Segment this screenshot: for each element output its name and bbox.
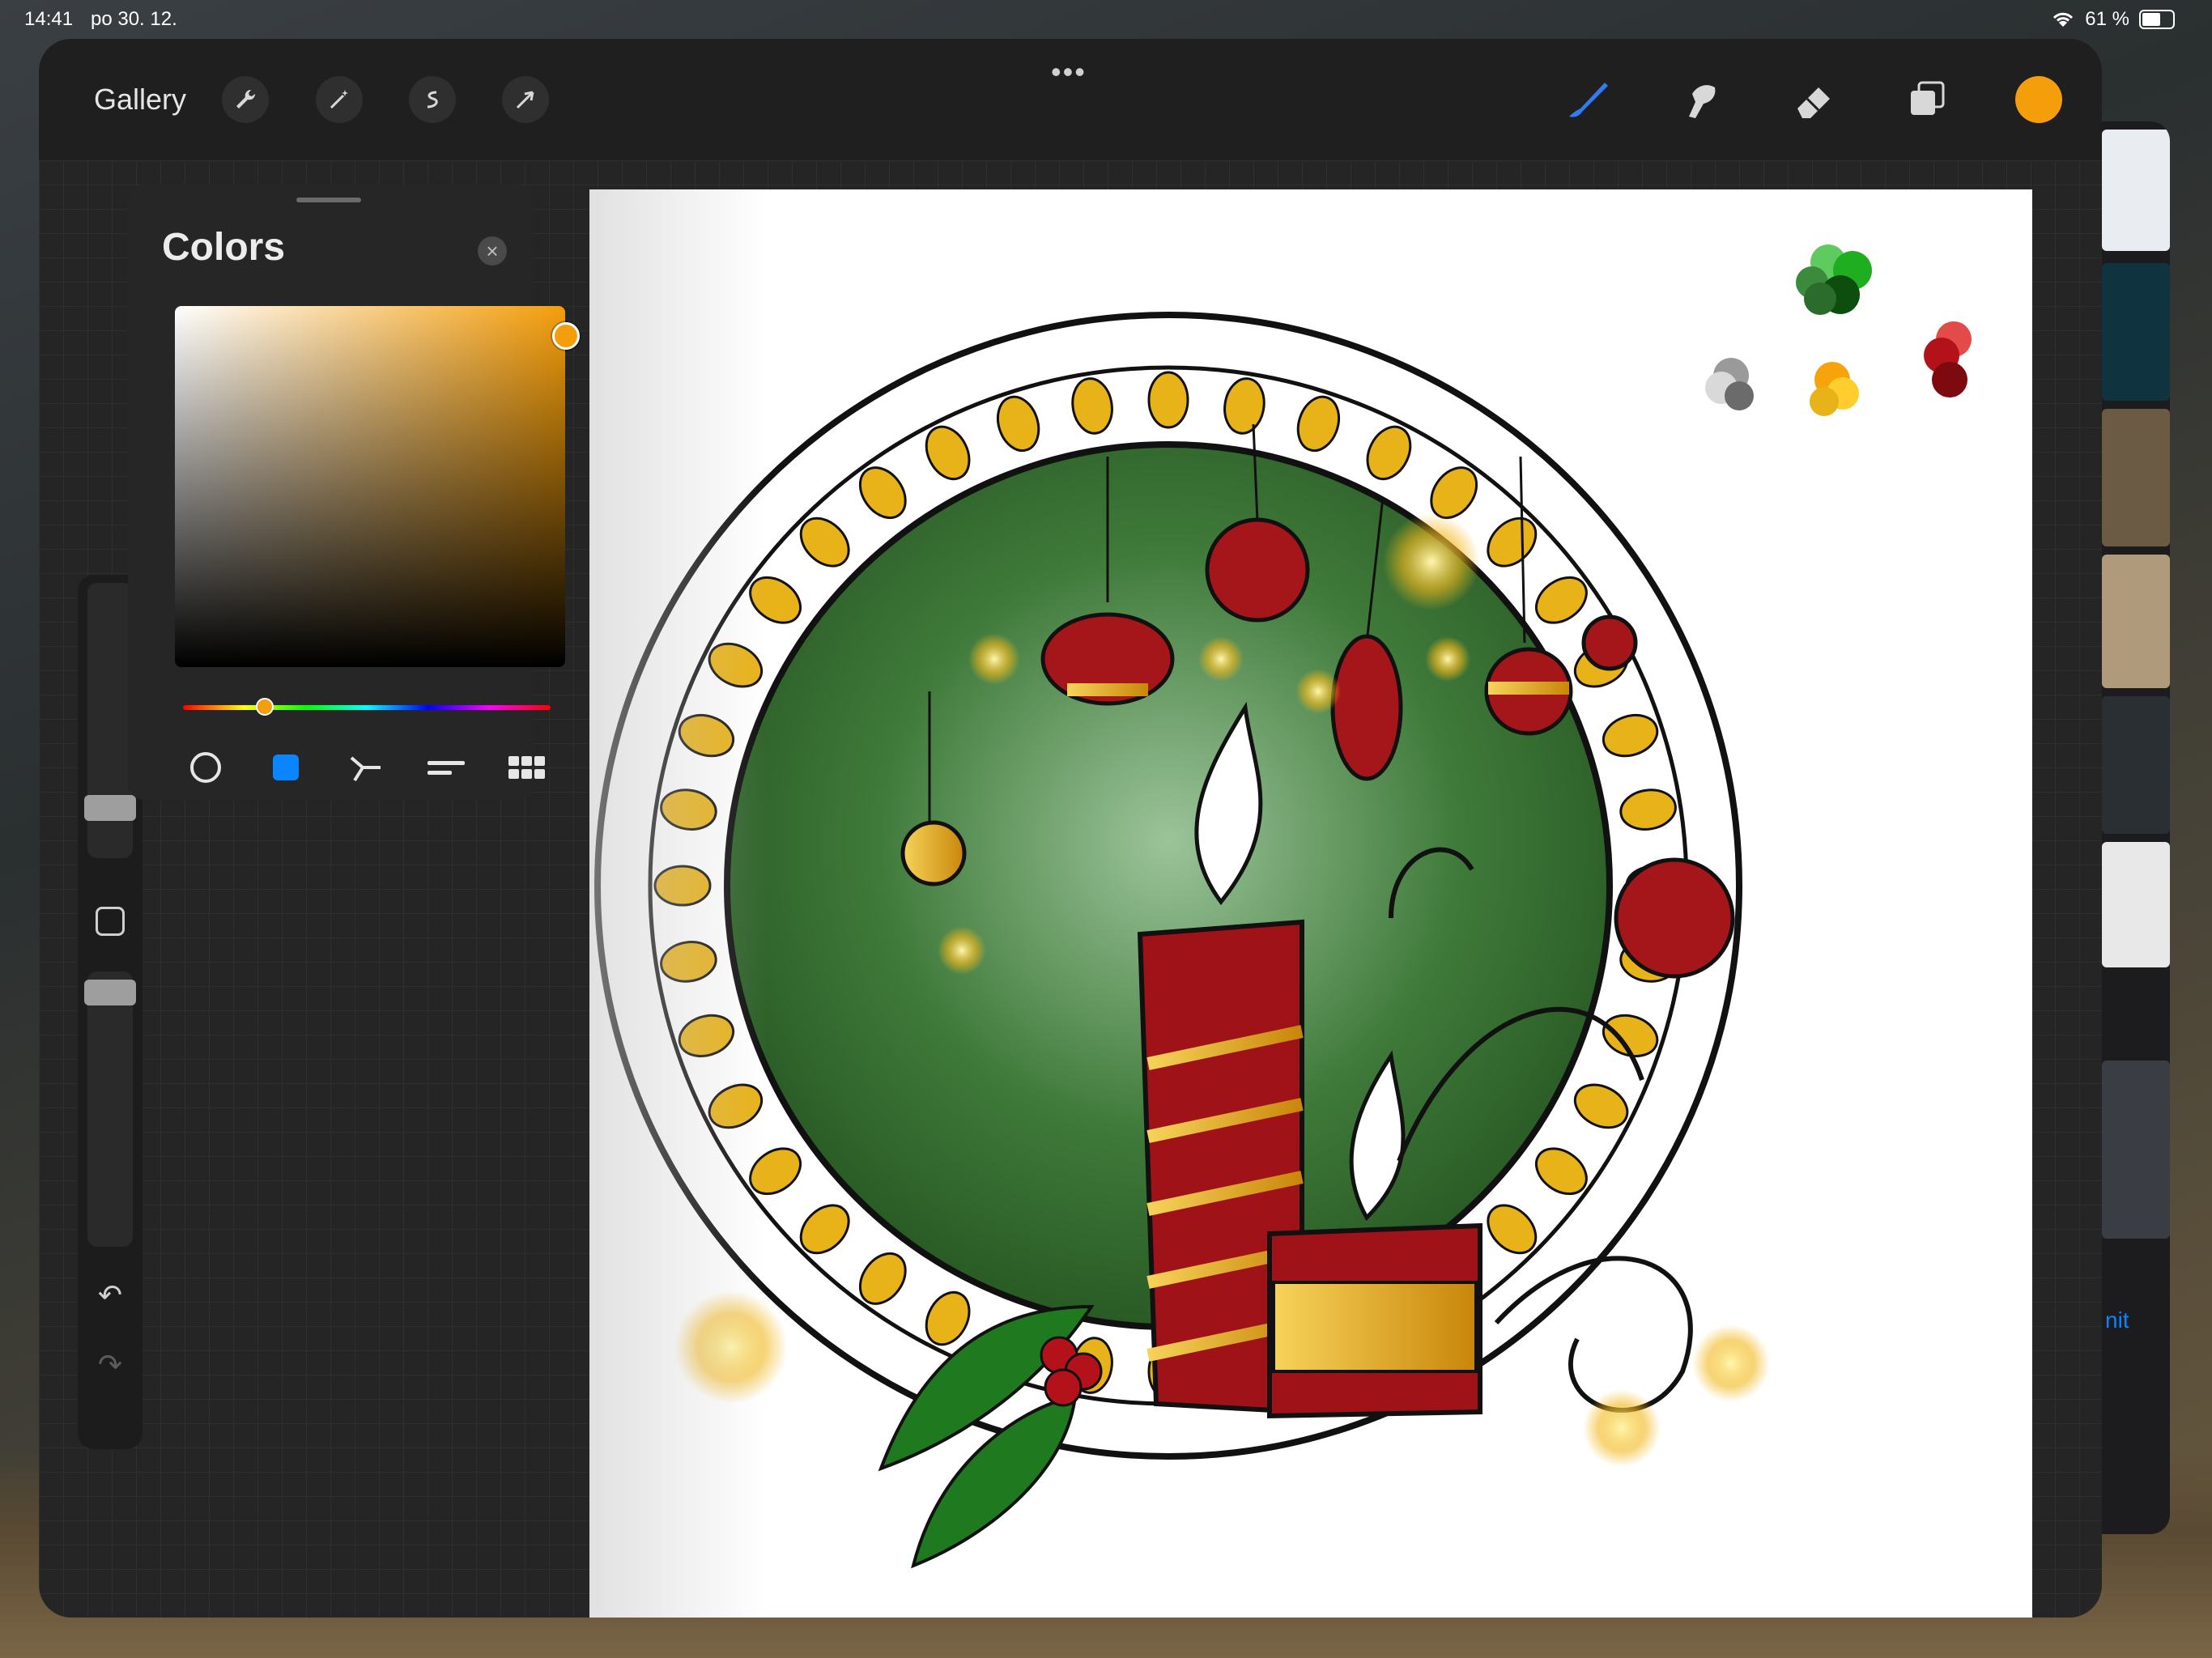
transform-button[interactable]	[502, 76, 549, 123]
classic-square-icon	[273, 755, 299, 780]
layers-button[interactable]	[1903, 74, 1953, 125]
battery-percent: 61 %	[2085, 8, 2129, 30]
brush-size-slider[interactable]	[84, 583, 136, 858]
thumbnail[interactable]	[2102, 696, 2170, 834]
thumbnail[interactable]	[2102, 842, 2170, 967]
hue-slider-knob[interactable]	[256, 698, 274, 716]
smudge-button[interactable]	[1676, 74, 1726, 125]
top-toolbar: ••• Gallery	[39, 39, 2102, 160]
saturation-value-picker[interactable]	[175, 306, 565, 667]
canvas-shade	[589, 189, 768, 1618]
battery-icon	[2139, 10, 2175, 29]
status-time: 14:41	[24, 8, 74, 30]
undo-icon: ↶	[97, 1278, 123, 1312]
multitasking-handle[interactable]: •••	[1051, 55, 1087, 89]
drawing-canvas[interactable]	[589, 189, 2032, 1618]
wifi-icon	[2053, 12, 2074, 27]
eraser-icon	[1797, 87, 1830, 118]
thumbnail[interactable]	[2102, 263, 2170, 401]
brush-size-thumb[interactable]	[84, 795, 136, 821]
redo-icon: ↷	[97, 1348, 123, 1381]
tab-disc[interactable]	[185, 746, 227, 789]
disc-icon	[190, 752, 221, 783]
adjustments-button[interactable]	[316, 76, 363, 123]
procreate-window: ••• Gallery ↶ ↷ Colors ×	[39, 39, 2102, 1618]
active-color-button[interactable]	[2015, 76, 2062, 123]
eyedropper-modify-button[interactable]	[96, 907, 125, 936]
status-bar: 14:41 po 30. 12. 61 %	[0, 0, 2212, 39]
christmas-candle-artwork	[594, 244, 1972, 1569]
close-button[interactable]: ×	[478, 236, 507, 266]
magic-wand-icon	[330, 90, 348, 109]
thumbnail[interactable]	[2102, 409, 2170, 546]
redo-button[interactable]: ↷	[94, 1348, 126, 1381]
hue-slider[interactable]	[183, 705, 551, 710]
transform-icon	[516, 91, 534, 109]
selection-icon	[427, 91, 438, 108]
undo-button[interactable]: ↶	[94, 1278, 126, 1312]
colors-panel: Colors ×	[128, 185, 580, 800]
opacity-thumb[interactable]	[84, 980, 136, 1005]
actions-button[interactable]	[222, 76, 269, 123]
value-sliders-icon	[428, 761, 465, 775]
brush-button[interactable]	[1563, 74, 1613, 125]
close-icon: ×	[486, 239, 499, 263]
tab-palettes[interactable]	[506, 746, 548, 789]
tab-harmony[interactable]	[345, 746, 387, 789]
selection-button[interactable]	[409, 76, 456, 123]
smudge-icon	[1689, 85, 1716, 118]
status-date: po 30. 12.	[91, 8, 177, 30]
mandala-petal	[1147, 371, 1189, 429]
gallery-button[interactable]: Gallery	[94, 83, 186, 117]
palettes-grid-icon	[508, 756, 545, 779]
side-app-link[interactable]: nit	[2105, 1307, 2129, 1333]
color-picker-cursor[interactable]	[552, 322, 580, 350]
thumbnail[interactable]	[2102, 555, 2170, 688]
brush-icon	[1569, 83, 1608, 117]
tab-value[interactable]	[425, 746, 467, 789]
thumbnail[interactable]	[2102, 130, 2170, 251]
tab-classic[interactable]	[265, 746, 307, 789]
thumbnail[interactable]	[2102, 1061, 2170, 1239]
colors-title: Colors	[162, 226, 286, 269]
wrench-icon	[236, 89, 256, 108]
panel-grabber[interactable]	[296, 198, 361, 202]
eraser-button[interactable]	[1789, 74, 1840, 125]
opacity-slider[interactable]	[84, 971, 136, 1247]
harmony-icon	[350, 756, 381, 782]
layers-icon	[1911, 81, 1945, 115]
